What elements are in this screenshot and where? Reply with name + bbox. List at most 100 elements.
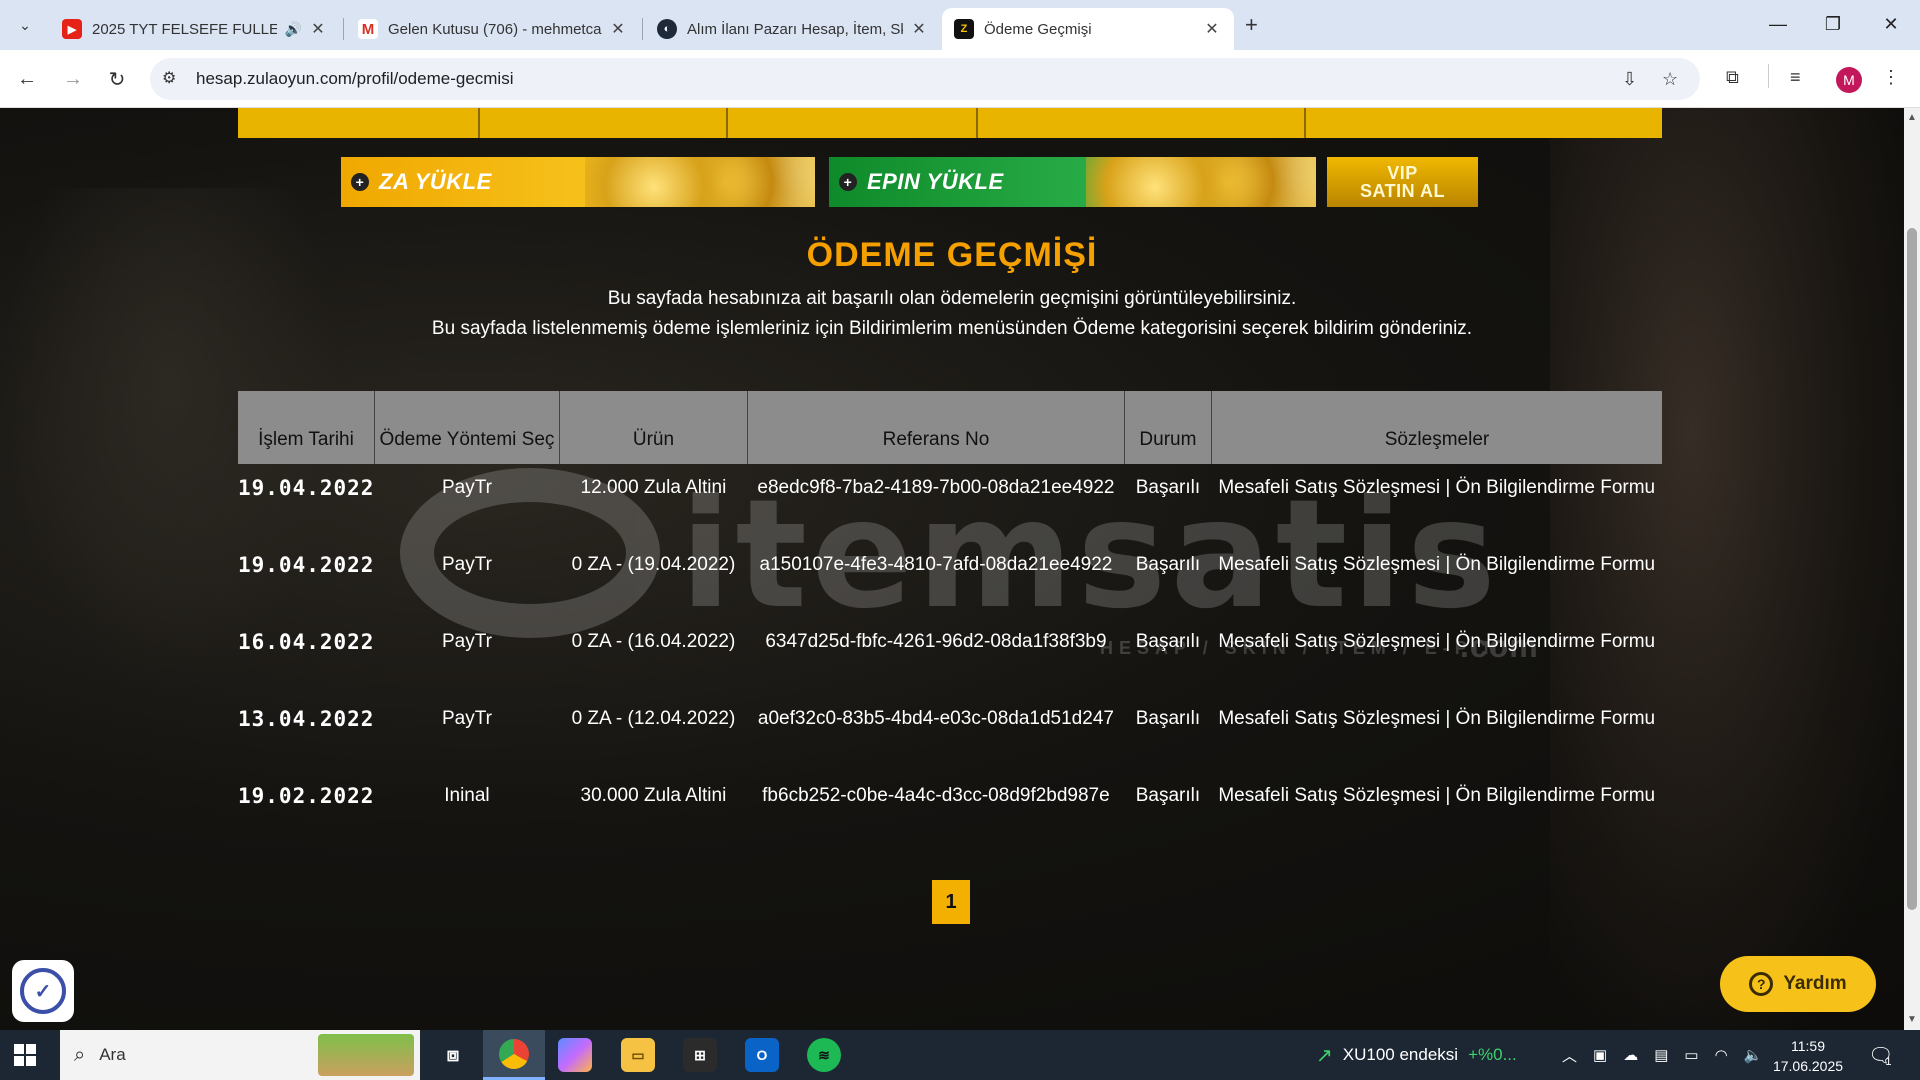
close-icon[interactable]: ✕ bbox=[1202, 19, 1222, 39]
cell-contract-link[interactable]: Mesafeli Satış Sözleşmesi | Ön Bilgilend… bbox=[1211, 772, 1662, 849]
close-icon[interactable]: ✕ bbox=[608, 19, 628, 39]
cell-contract-link[interactable]: Mesafeli Satış Sözleşmesi | Ön Bilgilend… bbox=[1211, 464, 1662, 541]
coins-image bbox=[1086, 157, 1316, 207]
back-button[interactable]: ← bbox=[12, 64, 42, 94]
taskbar-clock[interactable]: 11:59 17.06.2025 bbox=[1758, 1036, 1858, 1076]
battery-icon[interactable]: ▭ bbox=[1684, 1046, 1698, 1064]
plus-icon: + bbox=[839, 173, 857, 191]
clock-time: 11:59 bbox=[1791, 1038, 1825, 1054]
outlook-icon[interactable]: O bbox=[745, 1038, 779, 1072]
cell-status: Başarılı bbox=[1135, 708, 1201, 729]
chrome-taskbar-icon[interactable] bbox=[483, 1030, 545, 1080]
tab-title: Alım İlanı Pazarı Hesap, İtem, Sk bbox=[687, 20, 903, 38]
cell-product: 12.000 Zula Altini bbox=[580, 477, 727, 498]
toolbar-separator bbox=[1768, 64, 1769, 88]
tab-search-button[interactable]: ⌄ bbox=[8, 8, 42, 42]
banner-label: ZA YÜKLE bbox=[379, 169, 492, 194]
chat-icon: ✓ bbox=[20, 968, 66, 1014]
taskbar-search-box[interactable]: ⌕ Ara bbox=[60, 1030, 420, 1080]
chevron-up-icon[interactable]: ︿ bbox=[1562, 1045, 1577, 1066]
install-app-icon[interactable]: ⇩ bbox=[1622, 69, 1637, 90]
minimize-button[interactable]: — bbox=[1755, 8, 1801, 40]
tab-youtube[interactable]: ▶ 2025 TYT FELSEFE FULLETEN 🔊 ✕ bbox=[50, 8, 340, 50]
description-line-2: Bu sayfada listelenmemiş ödeme işlemleri… bbox=[431, 318, 1473, 339]
close-window-button[interactable]: ✕ bbox=[1868, 8, 1914, 40]
arrow-left-icon: ← bbox=[17, 67, 37, 90]
cell-contract-link[interactable]: Mesafeli Satış Sözleşmesi | Ön Bilgilend… bbox=[1211, 618, 1662, 695]
live-chat-button[interactable]: ✓ bbox=[12, 960, 74, 1022]
stock-change: +%0... bbox=[1468, 1045, 1517, 1064]
nav-item-3[interactable] bbox=[728, 108, 978, 138]
close-icon[interactable]: ✕ bbox=[909, 19, 929, 39]
system-tray: ︿ ▣ ☁ ▤ ▭ ◠ 🔈 bbox=[1562, 1030, 1762, 1080]
url-text[interactable]: hesap.zulaoyun.com/profil/odeme-gecmisi bbox=[196, 69, 514, 89]
description-line-1: Bu sayfada hesabınıza ait başarılı olan … bbox=[607, 288, 1297, 309]
za-yukle-banner[interactable]: + ZA YÜKLE bbox=[341, 157, 815, 207]
new-tab-button[interactable]: + bbox=[1245, 12, 1258, 38]
search-icon: ⌕ bbox=[74, 1043, 86, 1066]
more-menu-icon[interactable]: ⋮ bbox=[1882, 67, 1900, 88]
cell-date: 19.04.2022 bbox=[238, 476, 375, 500]
vip-satin-al-banner[interactable]: VIP SATIN AL bbox=[1327, 157, 1478, 207]
media-controls-icon[interactable]: ≡ bbox=[1790, 67, 1801, 88]
cell-product: 0 ZA - (16.04.2022) bbox=[571, 631, 736, 652]
cell-date: 13.04.2022 bbox=[238, 707, 375, 731]
help-button[interactable]: ? Yardım bbox=[1720, 956, 1876, 1012]
extensions-icon[interactable]: ⧉ bbox=[1726, 67, 1739, 88]
forward-button[interactable]: → bbox=[58, 64, 88, 94]
column-header: Durum bbox=[1124, 391, 1212, 464]
network-warning-icon[interactable]: ☁ bbox=[1623, 1046, 1638, 1064]
restore-button[interactable]: ❐ bbox=[1810, 8, 1856, 40]
cell-date: 19.02.2022 bbox=[238, 784, 375, 808]
nav-item-1[interactable] bbox=[238, 108, 480, 138]
speaker-icon[interactable]: 🔊 bbox=[285, 21, 302, 38]
stock-widget[interactable]: ↗ XU100 endeksi +%0... bbox=[1316, 1030, 1517, 1080]
tab-separator bbox=[642, 18, 643, 40]
pagination-page-1[interactable]: 1 bbox=[932, 880, 970, 924]
notifications-button[interactable]: 🗨 1 bbox=[1868, 1030, 1893, 1080]
cell-product: 30.000 Zula Altini bbox=[580, 785, 727, 806]
nav-item-4[interactable] bbox=[978, 108, 1306, 138]
nav-item-2[interactable] bbox=[480, 108, 728, 138]
table-header-row: İşlem Tarihi Ödeme Yöntemi Seç Ürün Refe… bbox=[238, 391, 1662, 464]
help-label: Yardım bbox=[1783, 973, 1847, 994]
itemsatis-icon: ◐ bbox=[657, 19, 677, 39]
copilot-icon[interactable] bbox=[558, 1038, 592, 1072]
banner-label: SATIN AL bbox=[1360, 181, 1445, 201]
address-bar[interactable]: ⚙ hesap.zulaoyun.com/profil/odeme-gecmis… bbox=[150, 58, 1700, 100]
cell-product: 0 ZA - (19.04.2022) bbox=[571, 554, 736, 575]
epin-yukle-banner[interactable]: + EPIN YÜKLE bbox=[829, 157, 1316, 207]
table-row: 19.04.2022 PayTr 12.000 Zula Altini e8ed… bbox=[238, 464, 1662, 541]
tab-separator bbox=[343, 18, 344, 40]
page-scrollbar[interactable]: ▲ ▼ bbox=[1904, 108, 1920, 1030]
cell-method: PayTr bbox=[441, 477, 492, 498]
task-view-icon[interactable]: ⧈ bbox=[436, 1038, 470, 1072]
tab-gmail[interactable]: M Gelen Kutusu (706) - mehmetca ✕ bbox=[346, 8, 640, 50]
windows-start-icon[interactable] bbox=[14, 1044, 36, 1066]
cell-contract-link[interactable]: Mesafeli Satış Sözleşmesi | Ön Bilgilend… bbox=[1211, 541, 1662, 618]
scroll-up-icon[interactable]: ▲ bbox=[1907, 112, 1917, 123]
nav-item-5[interactable] bbox=[1306, 108, 1662, 138]
reload-button[interactable]: ↻ bbox=[102, 64, 132, 94]
file-explorer-icon[interactable]: ▭ bbox=[621, 1038, 655, 1072]
close-icon[interactable]: ✕ bbox=[308, 19, 328, 39]
column-header: İşlem Tarihi bbox=[238, 391, 375, 464]
spotify-icon[interactable]: ≋ bbox=[807, 1038, 841, 1072]
tab-odeme-gecmisi[interactable]: Z Ödeme Geçmişi ✕ bbox=[942, 8, 1234, 50]
tab-strip: ⌄ ▶ 2025 TYT FELSEFE FULLETEN 🔊 ✕ M Gele… bbox=[0, 0, 1920, 50]
cell-contract-link[interactable]: Mesafeli Satış Sözleşmesi | Ön Bilgilend… bbox=[1211, 695, 1662, 772]
avatar[interactable]: M bbox=[1836, 67, 1862, 93]
reload-icon: ↻ bbox=[108, 68, 126, 91]
meet-icon[interactable]: ▣ bbox=[1593, 1046, 1607, 1064]
scroll-down-icon[interactable]: ▼ bbox=[1907, 1014, 1917, 1025]
column-header: Ürün bbox=[559, 391, 748, 464]
cell-status: Başarılı bbox=[1135, 477, 1201, 498]
tab-itemsatis[interactable]: ◐ Alım İlanı Pazarı Hesap, İtem, Sk ✕ bbox=[645, 8, 941, 50]
plus-icon: + bbox=[351, 173, 369, 191]
display-icon[interactable]: ▤ bbox=[1654, 1046, 1668, 1064]
scroll-thumb[interactable] bbox=[1907, 228, 1917, 910]
site-settings-icon[interactable]: ⚙ bbox=[162, 68, 176, 88]
microsoft-store-icon[interactable]: ⊞ bbox=[683, 1038, 717, 1072]
wifi-icon[interactable]: ◠ bbox=[1715, 1046, 1728, 1064]
bookmark-star-icon[interactable]: ☆ bbox=[1662, 69, 1678, 90]
